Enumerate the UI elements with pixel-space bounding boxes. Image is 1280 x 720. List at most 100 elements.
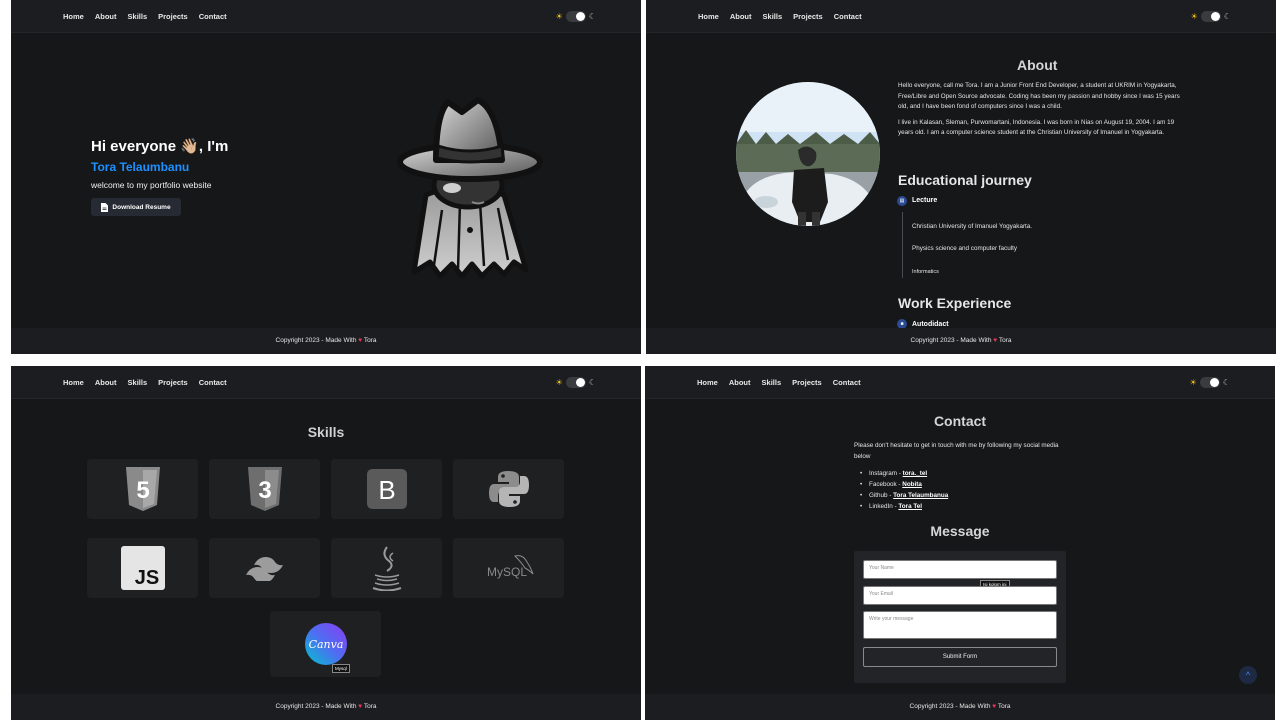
js-text: JS	[134, 567, 158, 589]
github-link[interactable]: Tora Telaumbanua	[893, 492, 948, 499]
facebook-link[interactable]: Nobita	[902, 481, 922, 488]
social-platform: Facebook	[869, 481, 897, 488]
linkedin-link[interactable]: Tora Tel	[898, 503, 922, 510]
nav-links: Home About Skills Projects Contact	[698, 12, 873, 21]
nav-links: Home About Skills Projects Contact	[63, 378, 238, 387]
education-head: Lecture	[912, 197, 938, 204]
svg-text:3: 3	[258, 477, 271, 504]
navbar: Home About Skills Projects Contact ☀ ☾	[646, 0, 1276, 33]
nav-about[interactable]: About	[95, 378, 117, 387]
skill-card-mysql[interactable]: MySQL	[453, 538, 564, 598]
nav-home[interactable]: Home	[698, 12, 719, 21]
skill-card-css[interactable]: 3	[209, 459, 320, 519]
skill-card-python[interactable]	[453, 459, 564, 519]
social-platform: Github	[869, 492, 888, 499]
navbar: Home About Skills Projects Contact ☀ ☾	[645, 366, 1275, 399]
skill-card-javascript[interactable]: JS	[87, 538, 198, 598]
canva-text: Canva	[308, 638, 343, 651]
footer-text: Copyright 2023 - Made With	[909, 703, 991, 710]
scroll-top-button[interactable]: ^	[1239, 666, 1257, 684]
footer-text: Copyright 2023 - Made With	[910, 337, 992, 344]
javascript-icon: JS	[120, 546, 165, 590]
skill-tooltip: Mysql	[332, 664, 350, 673]
hero-greeting: Hi everyone 👋🏼, I'm	[91, 138, 229, 155]
contact-form: Your Name Isi kolom ini Your Email Write…	[854, 551, 1066, 683]
theme-switch[interactable]	[1200, 11, 1221, 22]
bootstrap-icon: B	[366, 469, 407, 509]
social-item: Facebook - Nobita	[860, 479, 948, 490]
instagram-link[interactable]: tora._tel	[903, 470, 928, 477]
profile-photo	[736, 82, 880, 226]
tailwind-icon	[245, 557, 283, 581]
email-field[interactable]: Your Email	[863, 586, 1057, 605]
nav-links: Home About Skills Projects Contact	[697, 378, 872, 387]
submit-button[interactable]: Submit Form	[863, 647, 1057, 667]
nav-about[interactable]: About	[95, 12, 117, 21]
nav-skills[interactable]: Skills	[128, 378, 148, 387]
nav-about[interactable]: About	[730, 12, 752, 21]
nav-home[interactable]: Home	[697, 378, 718, 387]
theme-toggle[interactable]: ☀ ☾	[556, 377, 596, 388]
about-paragraph: Hello everyone, call me Tora. I am a Jun…	[898, 82, 1180, 111]
theme-toggle[interactable]: ☀ ☾	[1191, 11, 1231, 22]
skill-card-html[interactable]: 5	[87, 459, 198, 519]
nav-projects[interactable]: Projects	[158, 378, 188, 387]
nav-projects[interactable]: Projects	[792, 378, 822, 387]
nav-projects[interactable]: Projects	[793, 12, 823, 21]
work-title: Work Experience	[898, 295, 1012, 311]
footer-text: Copyright 2023 - Made With	[275, 337, 357, 344]
sun-icon: ☀	[555, 378, 563, 387]
nav-skills[interactable]: Skills	[762, 378, 782, 387]
theme-switch[interactable]	[565, 11, 586, 22]
social-item: Github - Tora Telaumbanua	[860, 490, 948, 501]
skills-title: Skills	[307, 424, 345, 440]
chevron-up-icon: ^	[1245, 670, 1251, 680]
theme-switch[interactable]	[565, 377, 586, 388]
download-resume-button[interactable]: Download Resume	[91, 198, 181, 216]
nav-contact[interactable]: Contact	[199, 378, 227, 387]
heart-icon: ♥	[992, 703, 997, 710]
heart-icon: ♥	[993, 337, 998, 344]
heart-icon: ♥	[358, 337, 363, 344]
nav-projects[interactable]: Projects	[158, 12, 188, 21]
nav-about[interactable]: About	[729, 378, 751, 387]
nav-contact[interactable]: Contact	[199, 12, 227, 21]
nav-links: Home About Skills Projects Contact	[63, 12, 238, 21]
message-title: Message	[930, 523, 990, 539]
nav-home[interactable]: Home	[63, 12, 84, 21]
skill-card-java[interactable]	[331, 538, 442, 598]
timeline-item: Physics science and computer faculty	[912, 245, 1017, 252]
contact-intro: Please don't hesitate to get in touch wi…	[854, 442, 1059, 460]
footer: Copyright 2023 - Made With ♥ Tora	[646, 328, 1276, 354]
sun-icon: ☀	[555, 12, 563, 21]
nav-skills[interactable]: Skills	[763, 12, 783, 21]
graduation-icon: ▤	[897, 196, 907, 206]
nav-contact[interactable]: Contact	[834, 12, 862, 21]
footer-author: Tora	[363, 703, 377, 710]
navbar: Home About Skills Projects Contact ☀ ☾	[11, 0, 641, 33]
nav-contact[interactable]: Contact	[833, 378, 861, 387]
theme-toggle[interactable]: ☀ ☾	[556, 11, 596, 22]
skill-card-canva[interactable]: Canva Mysql	[270, 611, 381, 677]
download-resume-label: Download Resume	[112, 203, 171, 211]
social-list: Instagram - tora._tel Facebook - Nobita …	[860, 468, 948, 512]
skill-card-tailwind[interactable]	[209, 538, 320, 598]
theme-switch[interactable]	[1199, 377, 1220, 388]
canva-icon: Canva	[304, 623, 347, 665]
skill-card-bootstrap[interactable]: B	[331, 459, 442, 519]
nav-skills[interactable]: Skills	[128, 12, 148, 21]
nav-home[interactable]: Home	[63, 378, 84, 387]
moon-icon: ☾	[1223, 12, 1231, 21]
about-text: Hello everyone, call me Tora. I am a Jun…	[898, 81, 1190, 144]
css3-icon: 3	[247, 467, 282, 511]
name-field[interactable]: Your Name	[863, 560, 1057, 579]
footer: Copyright 2023 - Made With ♥ Tora	[11, 694, 641, 720]
footer-author: Tora	[998, 337, 1012, 344]
timeline-item: Christian University of Imanuel Yogyakar…	[912, 223, 1033, 230]
footer-author: Tora	[997, 703, 1011, 710]
timeline-line	[902, 212, 903, 278]
social-platform: LinkedIn	[869, 503, 893, 510]
message-field[interactable]: Write your message	[863, 611, 1057, 639]
theme-toggle[interactable]: ☀ ☾	[1190, 377, 1230, 388]
social-item: Instagram - tora._tel	[860, 468, 948, 479]
